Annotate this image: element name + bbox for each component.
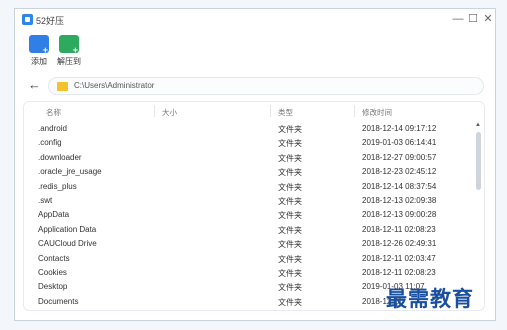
- file-modified: 2018-12-14 09:17:12: [362, 124, 437, 133]
- file-modified: 2018-12-11 02:08:23: [362, 268, 436, 277]
- add-icon: [29, 35, 49, 55]
- path-bar[interactable]: C:\Users\Administrator: [48, 77, 484, 95]
- title-bar: 52好压 — ☐ ✕: [15, 9, 495, 31]
- file-modified: 2018-12-27 09:00:57: [362, 152, 437, 162]
- file-type: 文件夹: [278, 139, 302, 149]
- table-row[interactable]: .oracle_jre_usage 文件夹 2018-12-23 02:45:12: [24, 165, 464, 179]
- file-name: .downloader: [38, 152, 82, 162]
- extract-to-button[interactable]: 解压到: [57, 35, 81, 67]
- maximize-button[interactable]: ☐: [466, 12, 480, 26]
- table-row[interactable]: AppData 文件夹 2018-12-13 09:00:28: [24, 208, 464, 222]
- table-row[interactable]: .downloader 文件夹 2018-12-27 09:00:57: [24, 151, 464, 165]
- add-label: 添加: [31, 57, 47, 66]
- table-row[interactable]: Cookies 文件夹 2018-12-11 02:08:23: [24, 266, 464, 280]
- file-type: 文件夹: [278, 225, 302, 235]
- table-row[interactable]: .config 文件夹 2019-01-03 06:14:41: [24, 136, 464, 150]
- window-title: 52好压: [36, 16, 65, 26]
- column-header-size[interactable]: 大小: [162, 107, 177, 118]
- table-row[interactable]: Contacts 文件夹 2018-12-11 02:03:47: [24, 252, 464, 266]
- table-row[interactable]: .android 文件夹 2018-12-14 09:17:12: [24, 122, 464, 136]
- column-divider: [270, 105, 271, 117]
- minimize-button[interactable]: —: [451, 12, 465, 26]
- file-modified: 2018-12-11 02:03:47: [362, 253, 436, 263]
- extract-icon: [59, 35, 79, 55]
- file-type: 文件夹: [278, 125, 302, 134]
- watermark-text: 最需教育: [386, 286, 474, 311]
- folder-icon: [57, 82, 68, 91]
- scroll-thumb[interactable]: [476, 132, 481, 190]
- file-modified: 2019-01-03 06:14:41: [362, 138, 437, 148]
- file-type: 文件夹: [278, 211, 302, 221]
- scrollbar[interactable]: ▲: [475, 122, 482, 304]
- extract-label: 解压到: [57, 57, 81, 66]
- table-row[interactable]: Application Data 文件夹 2018-12-11 02:08:23: [24, 223, 464, 237]
- file-type: 文件夹: [278, 197, 302, 206]
- close-button[interactable]: ✕: [481, 12, 495, 26]
- file-modified: 2018-12-13 02:09:38: [362, 196, 437, 205]
- file-name: .redis_plus: [38, 181, 77, 191]
- file-type: 文件夹: [278, 240, 302, 250]
- back-arrow-icon[interactable]: ←: [28, 78, 41, 92]
- scroll-up-arrow-icon[interactable]: ▲: [475, 122, 481, 128]
- file-name: .oracle_jre_usage: [38, 167, 102, 177]
- file-type: 文件夹: [278, 297, 302, 307]
- file-type: 文件夹: [278, 283, 302, 293]
- app-window: 52好压 — ☐ ✕ 添加 解压到 ← C:\Users\Administrat…: [14, 8, 496, 321]
- file-modified: 2018-12-14 08:37:54: [362, 181, 437, 191]
- column-header-modified[interactable]: 修改时间: [362, 107, 392, 118]
- file-type: 文件夹: [278, 254, 302, 264]
- file-name: .config: [38, 138, 62, 148]
- column-divider: [154, 105, 155, 117]
- table-row[interactable]: CAUCloud Drive 文件夹 2018-12-26 02:49:31: [24, 237, 464, 251]
- file-name: CAUCloud Drive: [38, 239, 97, 249]
- column-header-type[interactable]: 类型: [278, 107, 293, 118]
- file-name: Desktop: [38, 282, 68, 292]
- file-type: 文件夹: [278, 182, 302, 192]
- column-header-name[interactable]: 名称: [46, 107, 61, 118]
- file-type: 文件夹: [278, 168, 302, 178]
- app-logo-icon: [22, 14, 33, 25]
- file-modified: 2018-12-23 02:45:12: [362, 167, 437, 177]
- file-type: 文件夹: [278, 153, 302, 163]
- file-name: .swt: [38, 196, 53, 205]
- file-list: 名称 大小 类型 修改时间 .android 文件夹 2018-12-14 09:1…: [23, 101, 485, 311]
- path-text: C:\Users\Administrator: [74, 81, 155, 90]
- file-modified: 2018-12-13 09:00:28: [362, 210, 437, 220]
- file-name: Documents: [38, 296, 79, 306]
- file-name: .android: [38, 124, 67, 133]
- table-row[interactable]: .redis_plus 文件夹 2018-12-14 08:37:54: [24, 180, 464, 194]
- file-name: Application Data: [38, 224, 97, 234]
- file-name: AppData: [38, 210, 70, 220]
- file-name: Cookies: [38, 268, 67, 277]
- table-row[interactable]: .swt 文件夹 2018-12-13 02:09:38: [24, 194, 464, 208]
- file-type: 文件夹: [278, 269, 302, 278]
- file-modified: 2018-12-11 02:08:23: [362, 224, 436, 234]
- file-modified: 2018-12-26 02:49:31: [362, 239, 437, 249]
- add-button[interactable]: 添加: [29, 35, 49, 67]
- column-divider: [354, 105, 355, 117]
- toolbar: 添加 解压到: [15, 33, 495, 71]
- file-name: Contacts: [38, 253, 70, 263]
